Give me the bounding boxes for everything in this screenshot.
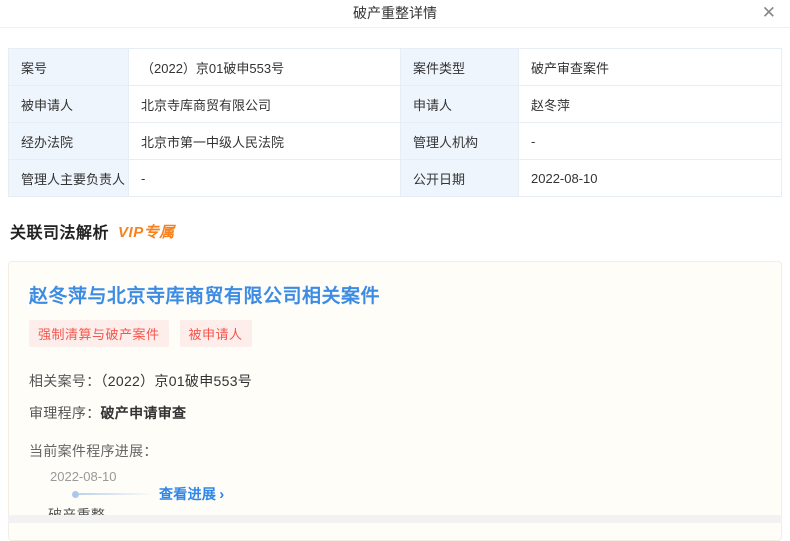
close-icon[interactable]: ✕ <box>760 1 778 25</box>
table-label-court: 经办法院 <box>9 123 129 160</box>
trial-procedure-label: 审理程序： <box>29 405 101 421</box>
related-case-number-row: 相关案号：（2022）京01破申553号 <box>29 371 761 391</box>
view-progress-label: 查看进展 <box>159 484 216 504</box>
party-role-tag: 被申请人 <box>180 320 252 347</box>
trial-procedure-row: 审理程序：破产申请审查 <box>29 403 761 423</box>
next-section-edge <box>8 515 782 523</box>
table-value-case-number: （2022）京01破申553号 <box>129 49 401 86</box>
vip-badge: VIP专属 <box>118 221 175 242</box>
table-value-respondent: 北京寺库商贸有限公司 <box>129 86 401 123</box>
modal-header: 破产重整详情 ✕ <box>0 0 790 28</box>
related-case-number-label: 相关案号： <box>29 373 101 389</box>
page-title: 破产重整详情 <box>0 0 790 26</box>
table-value-administrator-org: - <box>519 123 782 160</box>
table-label-respondent: 被申请人 <box>9 86 129 123</box>
case-info-table: 案号 （2022）京01破申553号 案件类型 破产审查案件 被申请人 北京寺库… <box>8 48 782 197</box>
timeline-dot-icon <box>72 491 79 498</box>
table-value-court: 北京市第一中级人民法院 <box>129 123 401 160</box>
view-progress-link[interactable]: 查看进展 › <box>159 484 225 504</box>
table-label-case-type: 案件类型 <box>401 49 519 86</box>
table-label-administrator-org: 管理人机构 <box>401 123 519 160</box>
section-title: 关联司法解析 <box>10 219 109 243</box>
chevron-right-icon: › <box>219 487 224 502</box>
table-value-publish-date: 2022-08-10 <box>519 160 782 197</box>
timeline-line <box>79 493 151 495</box>
timeline-track: 查看进展 › <box>72 490 761 498</box>
progress-section-label: 当前案件程序进展： <box>29 441 761 461</box>
related-case-card: 赵冬萍与北京寺库商贸有限公司相关案件 强制清算与破产案件 被申请人 相关案号：（… <box>8 261 782 541</box>
related-analysis-section-header: 关联司法解析 VIP专属 <box>10 219 782 243</box>
table-label-publish-date: 公开日期 <box>401 160 519 197</box>
related-case-number-value: （2022）京01破申553号 <box>101 373 253 389</box>
table-value-applicant: 赵冬萍 <box>519 86 782 123</box>
table-label-case-number: 案号 <box>9 49 129 86</box>
table-value-administrator-head: - <box>129 160 401 197</box>
trial-procedure-value: 破产申请审查 <box>101 405 187 421</box>
related-case-link[interactable]: 赵冬萍与北京寺库商贸有限公司相关案件 <box>29 281 380 308</box>
table-label-applicant: 申请人 <box>401 86 519 123</box>
case-category-tag: 强制清算与破产案件 <box>29 320 169 347</box>
table-value-case-type: 破产审查案件 <box>519 49 782 86</box>
table-label-administrator-head: 管理人主要负责人 <box>9 160 129 197</box>
timeline-date: 2022-08-10 <box>50 469 761 484</box>
tag-row: 强制清算与破产案件 被申请人 <box>29 320 761 347</box>
